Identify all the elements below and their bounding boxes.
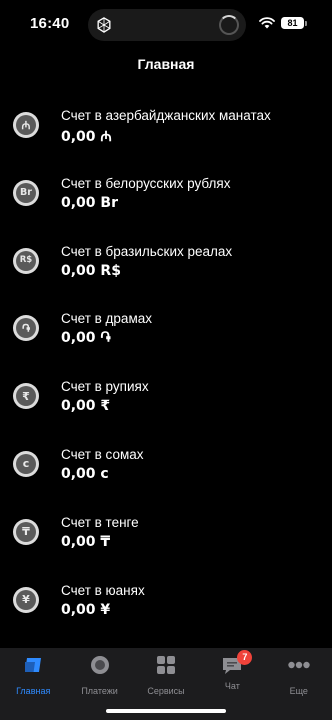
account-row-brl[interactable]: R$ Счет в бразильских реалах 0,00 R$ (0, 228, 332, 296)
page-title: Главная (137, 56, 195, 72)
tab-label: Главная (16, 686, 51, 696)
tab-services[interactable]: Сервисы (133, 654, 199, 702)
tab-label: Сервисы (147, 686, 185, 696)
tab-chat[interactable]: 7 Чат (199, 650, 265, 702)
tab-label: Еще (289, 686, 308, 696)
account-row-byn[interactable]: Br Счет в белорусских рублях 0,00 Br (0, 160, 332, 228)
battery-cap (305, 20, 307, 26)
more-dots-icon (288, 661, 310, 669)
wifi-icon (259, 17, 275, 29)
manat-icon: ₼ (13, 112, 39, 138)
account-amount: 0,00 ₼ (61, 129, 112, 145)
screen: 16:40 81 Главная ₼ Счет в азербайджански… (0, 0, 332, 720)
account-name: Счет в белорусских рублях (61, 175, 231, 191)
account-name: Счет в рупиях (61, 379, 149, 395)
account-name: Счет в тенге (61, 514, 139, 530)
account-row-azn[interactable]: ₼ Счет в азербайджанских манатах 0,00 ₼ (0, 92, 332, 160)
account-amount: 0,00 ֏ (61, 330, 111, 347)
loading-spinner-icon (219, 15, 239, 35)
belarusian-ruble-icon: Br (13, 179, 39, 206)
payments-icon (90, 656, 109, 674)
tenge-icon: ₸ (13, 518, 39, 545)
yuan-icon: ¥ (13, 586, 39, 613)
account-name: Счет в сомах (61, 446, 144, 462)
tab-more[interactable]: Еще (266, 654, 332, 702)
dram-icon: ֏ (13, 315, 39, 342)
account-row-kzt[interactable]: ₸ Счет в тенге 0,00 ₸ (0, 499, 332, 567)
account-amount: 0,00 с (61, 465, 109, 482)
chat-unread-badge: 7 (237, 650, 253, 665)
som-icon: с (13, 450, 39, 477)
account-name: Счет в азербайджанских манатах (61, 108, 271, 123)
account-row-amd[interactable]: ֏ Счет в драмах 0,00 ֏ (0, 295, 332, 363)
services-grid-icon (156, 656, 175, 674)
account-row-cny[interactable]: ¥ Счет в юанях 0,00 ¥ (0, 567, 332, 635)
accounts-list: ₼ Счет в азербайджанских манатах 0,00 ₼ … (0, 92, 332, 634)
account-amount: 0,00 Br (61, 194, 118, 211)
account-amount: 0,00 ₹ (61, 398, 111, 415)
rupee-icon: ₹ (13, 383, 39, 410)
dynamic-island[interactable] (88, 9, 246, 41)
brazilian-real-icon: R$ (13, 247, 39, 274)
account-amount: 0,00 R$ (61, 262, 121, 279)
account-row-inr[interactable]: ₹ Счет в рупиях 0,00 ₹ (0, 363, 332, 431)
tab-label: Чат (224, 681, 240, 691)
chatgpt-logo-icon (97, 17, 111, 33)
status-time: 16:40 (30, 15, 70, 32)
battery-level: 81 (281, 17, 304, 29)
home-card-icon (25, 658, 42, 672)
tab-payments[interactable]: Платежи (66, 654, 132, 702)
account-name: Счет в драмах (61, 311, 152, 327)
status-bar: 16:40 81 (0, 0, 332, 50)
account-row-kgs[interactable]: с Счет в сомах 0,00 с (0, 431, 332, 499)
account-amount: 0,00 ₸ (61, 533, 111, 550)
tab-label: Платежи (81, 686, 118, 696)
account-amount: 0,00 ¥ (61, 601, 111, 618)
account-name: Счет в юанях (61, 582, 145, 598)
account-name: Счет в бразильских реалах (61, 243, 233, 259)
home-indicator[interactable] (106, 709, 226, 713)
tab-home[interactable]: Главная (0, 654, 66, 702)
